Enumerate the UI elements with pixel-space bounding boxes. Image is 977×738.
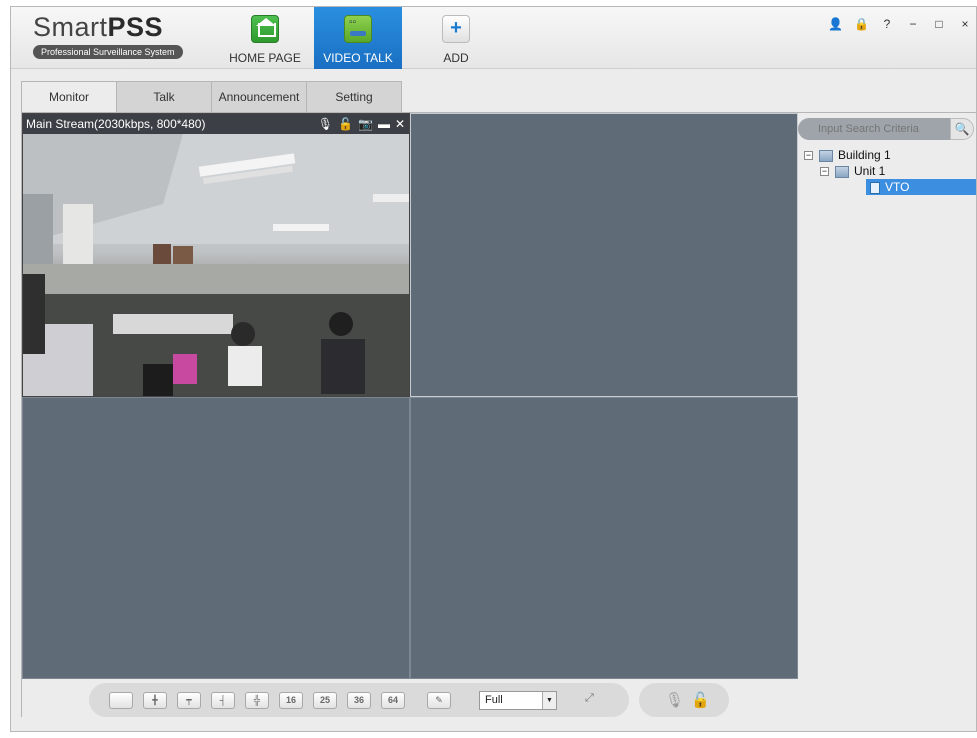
video-talk-icon bbox=[344, 15, 372, 43]
close-icon[interactable]: ✕ bbox=[395, 114, 405, 134]
fullscreen-icon[interactable]: ⤢ bbox=[585, 692, 594, 705]
nav-video-talk[interactable]: VIDEO TALK bbox=[314, 7, 402, 69]
unlock-icon[interactable]: 🔓 bbox=[338, 114, 353, 134]
layout-1-button[interactable] bbox=[109, 692, 133, 709]
plus-icon: + bbox=[442, 15, 470, 43]
tab-monitor[interactable]: Monitor bbox=[21, 81, 117, 114]
logo-title: SmartPSS bbox=[33, 13, 183, 41]
collapse-icon[interactable]: − bbox=[804, 151, 813, 161]
layout-6-button[interactable]: ┯ bbox=[177, 692, 201, 709]
smartpss-window: SmartPSS Professional Surveillance Syste… bbox=[10, 6, 977, 732]
unit-icon bbox=[835, 165, 849, 178]
office-scene-image bbox=[23, 134, 409, 396]
stream-controls: 🎙 🔓 📷 ▬ ✕ bbox=[318, 114, 405, 134]
chevron-down-icon: ▼ bbox=[542, 692, 556, 709]
logo-subtitle: Professional Surveillance System bbox=[33, 45, 183, 59]
nav-add[interactable]: + ADD bbox=[431, 7, 481, 69]
tab-talk[interactable]: Talk bbox=[116, 81, 212, 113]
microphone-icon[interactable]: 🎙 bbox=[318, 114, 333, 134]
microphone-icon[interactable]: 🎙 bbox=[665, 691, 684, 709]
tree-device-label: VTO bbox=[885, 180, 910, 194]
nav-add-label: ADD bbox=[443, 51, 469, 65]
live-video-feed bbox=[23, 134, 409, 396]
device-search: 🔍 bbox=[798, 118, 976, 140]
layout-toolbar: ╋ ┯ ┤ ╬ 16 25 36 64 ✎ Full ▼ ⤢ bbox=[89, 683, 629, 717]
door-station-icon bbox=[870, 181, 880, 194]
search-input[interactable] bbox=[798, 118, 950, 140]
talk-toolbar: 🎙 🔓 bbox=[639, 683, 729, 717]
logo-name-light: Smart bbox=[33, 12, 108, 42]
building-icon bbox=[819, 149, 833, 162]
nav-video-talk-label: VIDEO TALK bbox=[323, 51, 393, 65]
collapse-icon[interactable]: − bbox=[820, 167, 829, 177]
video-window-4[interactable] bbox=[410, 397, 798, 679]
maximize-icon[interactable]: □ bbox=[932, 17, 946, 31]
minimize-icon[interactable]: − bbox=[906, 17, 920, 31]
user-icon[interactable]: 👤 bbox=[828, 17, 843, 31]
video-window-3[interactable] bbox=[22, 397, 410, 679]
snapshot-icon[interactable]: 📷 bbox=[358, 114, 373, 134]
layout-64-button[interactable]: 64 bbox=[381, 692, 405, 709]
home-icon bbox=[251, 15, 279, 43]
search-icon[interactable]: 🔍 bbox=[950, 118, 974, 140]
app-logo: SmartPSS Professional Surveillance Syste… bbox=[33, 13, 183, 59]
video-window-1[interactable]: Main Stream(2030kbps, 800*480) 🎙 🔓 📷 ▬ ✕ bbox=[22, 113, 410, 397]
layout-4-button[interactable]: ╋ bbox=[143, 692, 167, 709]
nav-home-page[interactable]: HOME PAGE bbox=[221, 7, 309, 69]
window-controls: 👤 🔒 ? − □ × bbox=[828, 17, 972, 31]
stream-info-bar: Main Stream(2030kbps, 800*480) 🎙 🔓 📷 ▬ ✕ bbox=[23, 114, 409, 134]
video-window-2[interactable] bbox=[410, 113, 798, 397]
close-icon[interactable]: × bbox=[958, 17, 972, 31]
unlock-icon[interactable]: 🔓 bbox=[691, 691, 710, 709]
tab-announcement[interactable]: Announcement bbox=[211, 81, 307, 113]
logo-name-bold: PSS bbox=[107, 12, 164, 42]
stream-label: Main Stream(2030kbps, 800*480) bbox=[26, 117, 206, 131]
device-tree: − Building 1 − Unit 1 VTO bbox=[804, 147, 976, 195]
layout-25-button[interactable]: 25 bbox=[313, 692, 337, 709]
lock-icon[interactable]: 🔒 bbox=[854, 17, 869, 31]
nav-home-label: HOME PAGE bbox=[229, 51, 301, 65]
layout-9-button[interactable]: ╬ bbox=[245, 692, 269, 709]
video-grid: Main Stream(2030kbps, 800*480) 🎙 🔓 📷 ▬ ✕ bbox=[22, 113, 798, 679]
aspect-ratio-select[interactable]: Full ▼ bbox=[479, 691, 557, 710]
tree-unit-label: Unit 1 bbox=[854, 164, 886, 178]
layout-16-button[interactable]: 16 bbox=[279, 692, 303, 709]
tree-node-unit[interactable]: − Unit 1 bbox=[804, 163, 976, 179]
layout-8-button[interactable]: ┤ bbox=[211, 692, 235, 709]
record-icon[interactable]: ▬ bbox=[378, 114, 390, 134]
edit-layout-icon[interactable]: ✎ bbox=[427, 692, 451, 709]
tree-building-label: Building 1 bbox=[838, 148, 891, 162]
tab-bar: Monitor Talk Announcement Setting bbox=[21, 81, 402, 114]
tree-node-vto[interactable]: VTO bbox=[866, 179, 976, 195]
tab-setting[interactable]: Setting bbox=[306, 81, 402, 113]
aspect-ratio-value: Full bbox=[485, 694, 503, 706]
layout-36-button[interactable]: 36 bbox=[347, 692, 371, 709]
tree-node-building[interactable]: − Building 1 bbox=[804, 147, 976, 163]
app-header: SmartPSS Professional Surveillance Syste… bbox=[11, 7, 976, 69]
help-icon[interactable]: ? bbox=[880, 17, 894, 31]
